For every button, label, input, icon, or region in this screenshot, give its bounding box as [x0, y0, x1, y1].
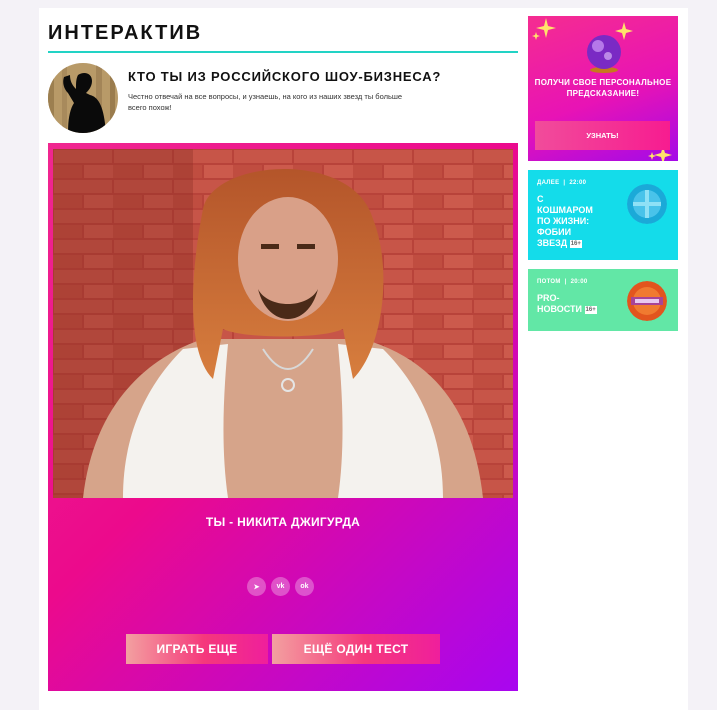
quiz-result-card: ТЫ - НИКИТА ДЖИГУРДА ➤ vk ok ИГРАТЬ ЕЩЕ …: [48, 143, 518, 691]
schedule-item[interactable]: ДАЛЕЕ | 22:00 С КОШМАРОМ ПО ЖИЗНИ: ФОБИИ…: [528, 170, 678, 260]
result-actions: ИГРАТЬ ЕЩЕ ЕЩЁ ОДИН ТЕСТ: [126, 634, 440, 664]
promo-text: ПОЛУЧИ СВОЕ ПЕРСОНАЛЬНОЕ ПРЕДСКАЗАНИЕ!: [534, 78, 672, 98]
page: ИНТЕРАКТИВ КТО ТЫ ИЗ РОССИЙСКОГО ШОУ-БИЗ…: [39, 8, 688, 710]
schedule-item[interactable]: ПОТОМ | 20:00 PRO-НОВОСТИ 16+: [528, 269, 678, 331]
schedule-title: С КОШМАРОМ ПО ЖИЗНИ: ФОБИИ ЗВЕЗД: [537, 194, 593, 248]
learn-button[interactable]: УЗНАТЬ!: [535, 121, 670, 150]
age-rating-badge: 16+: [569, 240, 582, 248]
quiz-description: Честно отвечай на все вопросы, и узнаешь…: [128, 92, 403, 112]
show-logo-icon: [627, 184, 667, 224]
result-photo: [53, 149, 513, 498]
schedule-title: PRO-НОВОСТИ: [537, 293, 583, 314]
vk-icon[interactable]: vk: [271, 577, 290, 596]
show-logo-icon: [627, 281, 667, 321]
prediction-promo[interactable]: ПОЛУЧИ СВОЕ ПЕРСОНАЛЬНОЕ ПРЕДСКАЗАНИЕ! У…: [528, 16, 678, 161]
schedule-time: 20:00: [570, 279, 588, 285]
section-title: ИНТЕРАКТИВ: [48, 22, 203, 44]
result-title: ТЫ - НИКИТА ДЖИГУРДА: [205, 515, 361, 529]
quiz-avatar: [48, 63, 118, 133]
schedule-time: 22:00: [569, 180, 587, 186]
play-again-button[interactable]: ИГРАТЬ ЕЩЕ: [126, 634, 268, 664]
schedule-label: ДАЛЕЕ: [537, 180, 560, 186]
title-divider: [48, 51, 518, 53]
quiz-intro[interactable]: КТО ТЫ ИЗ РОССИЙСКОГО ШОУ-БИЗНЕСА? Честн…: [48, 63, 518, 135]
schedule-label: ПОТОМ: [537, 279, 561, 285]
telegram-icon[interactable]: ➤: [247, 577, 266, 596]
quiz-title: КТО ТЫ ИЗ РОССИЙСКОГО ШОУ-БИЗНЕСА?: [128, 69, 442, 84]
another-test-button[interactable]: ЕЩЁ ОДИН ТЕСТ: [272, 634, 440, 664]
odnoklassniki-icon[interactable]: ok: [295, 577, 314, 596]
age-rating-badge: 16+: [584, 306, 597, 314]
share-buttons: ➤ vk ok: [247, 577, 314, 596]
